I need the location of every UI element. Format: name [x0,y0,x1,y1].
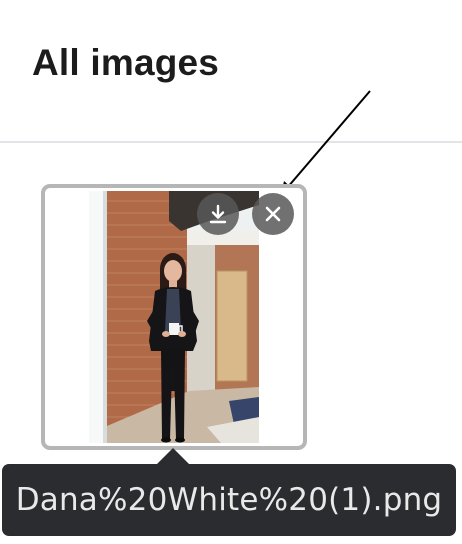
download-button[interactable] [197,193,239,235]
tooltip-caret [157,448,189,464]
header-divider [0,141,462,143]
filename-label: Dana%20White%20(1).png [15,482,443,518]
download-icon [209,204,227,224]
remove-image-button[interactable] [252,193,294,235]
close-icon [265,206,281,222]
image-preview [89,191,259,443]
page-title: All images [32,42,220,83]
filename-tooltip: Dana%20White%20(1).png [2,464,456,536]
